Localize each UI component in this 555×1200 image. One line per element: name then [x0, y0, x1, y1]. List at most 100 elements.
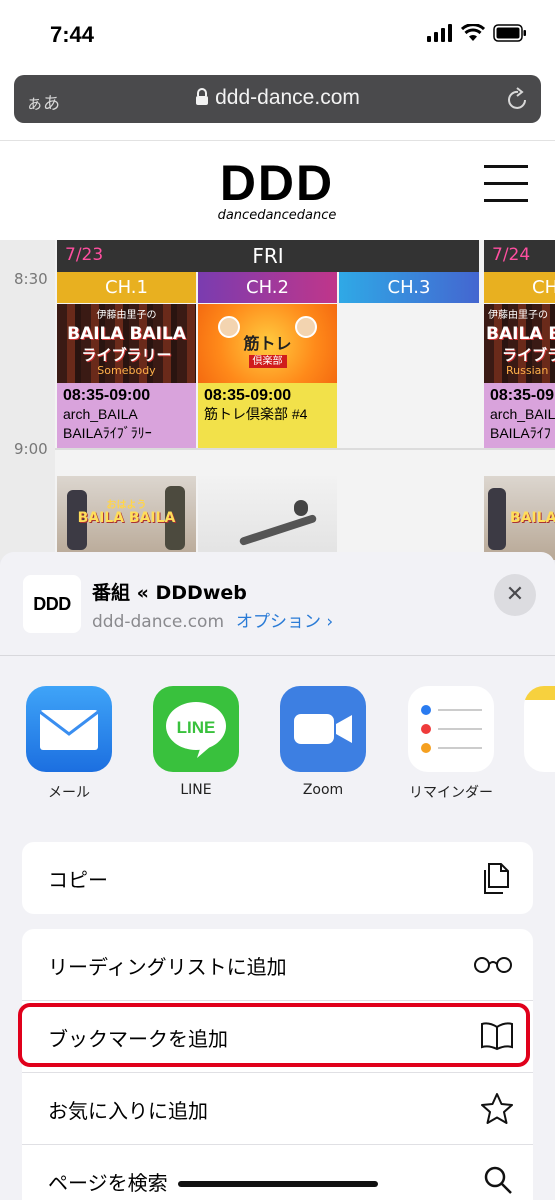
action-label: お気に入りに追加	[48, 1099, 208, 1123]
thumb-badge: おはよう	[106, 500, 147, 511]
thumb-title: BAILA BAILA	[77, 510, 176, 526]
thumb-title: BAILA BAILA	[510, 510, 555, 526]
thumb-caption: Russian	[506, 364, 549, 377]
reload-icon[interactable]	[507, 87, 529, 111]
action-label: コピー	[48, 868, 108, 892]
exercise-figure-head	[294, 500, 308, 516]
day-header: 7/24	[484, 240, 555, 272]
action-label: リーディングリストに追加	[48, 955, 287, 979]
program-info: 08:35-09 arch_BAIL BAILAﾗｲﾌ	[484, 383, 555, 448]
site-header: DDD dancedancedance	[0, 140, 555, 240]
thumb-title: BAILA BAILA	[486, 324, 555, 344]
bookmark-highlight-frame	[18, 1003, 530, 1067]
action-reading-list[interactable]: リーディングリストに追加	[22, 929, 533, 1001]
time-label: 9:00	[14, 440, 48, 458]
program-info: 08:35-09:00 筋トレ倶楽部 #4	[198, 383, 337, 448]
program-name: arch_BAIL	[490, 406, 555, 422]
program-thumbnail[interactable]: BAILA BAILA	[484, 476, 555, 560]
program-info: 08:35-09:00 arch_BAILA BAILAﾗｲﾌﾞﾗﾘｰ	[57, 383, 196, 448]
program-thumbnail: 伊藤由里子の BAILA BAILA ライブラ Russian	[484, 304, 555, 383]
dancer-figure	[488, 488, 506, 550]
day-date: 7/24	[492, 245, 531, 265]
app-label: LINE	[180, 782, 212, 798]
program-name: 筋トレ倶楽部 #4	[204, 406, 308, 422]
signal-icon	[427, 24, 452, 42]
program-thumbnail: 筋トレ 倶楽部	[198, 304, 337, 383]
logo-subtext: dancedancedance	[217, 208, 337, 223]
share-app-mail[interactable]: メール	[14, 686, 124, 802]
status-time: 7:44	[50, 22, 95, 47]
options-link[interactable]: オプション ›	[236, 612, 333, 632]
channel-header: CH.3	[339, 272, 479, 303]
zoom-icon	[280, 686, 366, 772]
time-column: 8:30 9:00	[0, 240, 55, 560]
share-subtitle: ddd-dance.com オプション ›	[92, 607, 333, 632]
address-bar[interactable]: ぁあ ddd-dance.com	[14, 75, 541, 123]
program-time: 08:35-09:00	[204, 387, 292, 404]
app-label: メール	[48, 785, 90, 801]
notes-icon	[524, 686, 555, 772]
browser-toolbar: ぁあ ddd-dance.com	[0, 70, 555, 140]
line-icon: LINE	[153, 686, 239, 772]
channel-header: CH	[484, 272, 555, 303]
url-label: ddd-dance.com	[215, 86, 360, 109]
share-header: DDD 番組 « DDDweb ddd-dance.com オプション › ✕	[0, 552, 555, 656]
star-icon	[481, 1093, 513, 1124]
share-app-line[interactable]: LINE LINE	[141, 686, 251, 798]
status-bar: 7:44	[0, 0, 555, 70]
status-icons	[427, 24, 527, 42]
time-label: 8:30	[14, 270, 48, 288]
program-schedule: 8:30 9:00 7/23 FRI 7/24 CH.1 CH.2 CH.3 C…	[0, 240, 555, 560]
thumb-subtitle: 倶楽部	[198, 352, 337, 368]
share-sheet: DDD 番組 « DDDweb ddd-dance.com オプション › ✕ メ…	[0, 552, 555, 1200]
app-label: Zoom	[302, 782, 344, 798]
share-domain: ddd-dance.com	[92, 612, 225, 632]
channel-header: CH.2	[198, 272, 337, 303]
share-app-notes[interactable]	[524, 686, 555, 772]
close-button[interactable]: ✕	[494, 574, 536, 616]
site-logo[interactable]: DDD dancedancedance	[197, 155, 357, 225]
program-thumbnail: 伊藤由里子の BAILA BAILA ライブラリー Somebody	[57, 304, 196, 383]
program-card[interactable]: 筋トレ 倶楽部 08:35-09:00 筋トレ倶楽部 #4	[198, 304, 337, 448]
program-card[interactable]: 伊藤由里子の BAILA BAILA ライブラリー Somebody 08:35…	[57, 304, 196, 448]
program-card[interactable]: 伊藤由里子の BAILA BAILA ライブラ Russian 08:35-09…	[484, 304, 555, 448]
day-of-week: FRI	[252, 244, 284, 268]
thumb-title: 筋トレ	[243, 334, 292, 353]
program-name: arch_BAILA	[63, 406, 138, 422]
share-app-zoom[interactable]: Zoom	[268, 686, 378, 798]
wifi-icon	[461, 24, 485, 41]
channel-header: CH.1	[57, 272, 196, 303]
action-copy[interactable]: コピー	[22, 842, 533, 914]
thumb-subtitle: ライブラリー	[81, 346, 172, 364]
day-header: 7/23 FRI	[57, 240, 479, 272]
program-thumbnail[interactable]: おはよう BAILA BAILA	[57, 476, 196, 560]
url-text[interactable]: ddd-dance.com	[14, 86, 541, 110]
exercise-figure	[238, 513, 318, 547]
action-find-on-page[interactable]: ページを検索	[22, 1145, 533, 1200]
app-label: リマインダー	[409, 785, 493, 801]
app-row: メール LINE LINE Zoom リマインダー	[0, 686, 555, 816]
thumb-caption: Somebody	[97, 364, 156, 377]
menu-icon[interactable]	[484, 165, 528, 205]
thumb-top-text: 伊藤由里子の	[488, 310, 548, 321]
program-subname: BAILAﾗｲﾌﾞﾗﾘｰ	[63, 425, 152, 441]
program-time: 08:35-09:00	[63, 387, 151, 404]
thumb-title: BAILA BAILA	[67, 324, 186, 344]
home-indicator[interactable]	[178, 1181, 378, 1187]
copy-icon	[484, 863, 509, 894]
share-title: 番組 « DDDweb	[92, 582, 247, 604]
action-add-favorite[interactable]: お気に入りに追加	[22, 1073, 533, 1145]
program-thumbnail[interactable]	[198, 476, 337, 560]
grid-divider	[55, 448, 555, 450]
lock-icon	[196, 88, 209, 105]
thumb-top-text: 伊藤由里子の	[96, 310, 157, 321]
line-icon-text: LINE	[177, 718, 216, 737]
share-app-reminders[interactable]: リマインダー	[396, 686, 506, 802]
empty-slot	[339, 304, 479, 448]
program-time: 08:35-09	[490, 387, 555, 404]
program-subname: BAILAﾗｲﾌ	[490, 425, 551, 441]
battery-icon	[493, 24, 526, 42]
empty-slot	[339, 476, 479, 560]
search-icon	[484, 1166, 512, 1194]
logo-text: DDD	[219, 155, 335, 211]
